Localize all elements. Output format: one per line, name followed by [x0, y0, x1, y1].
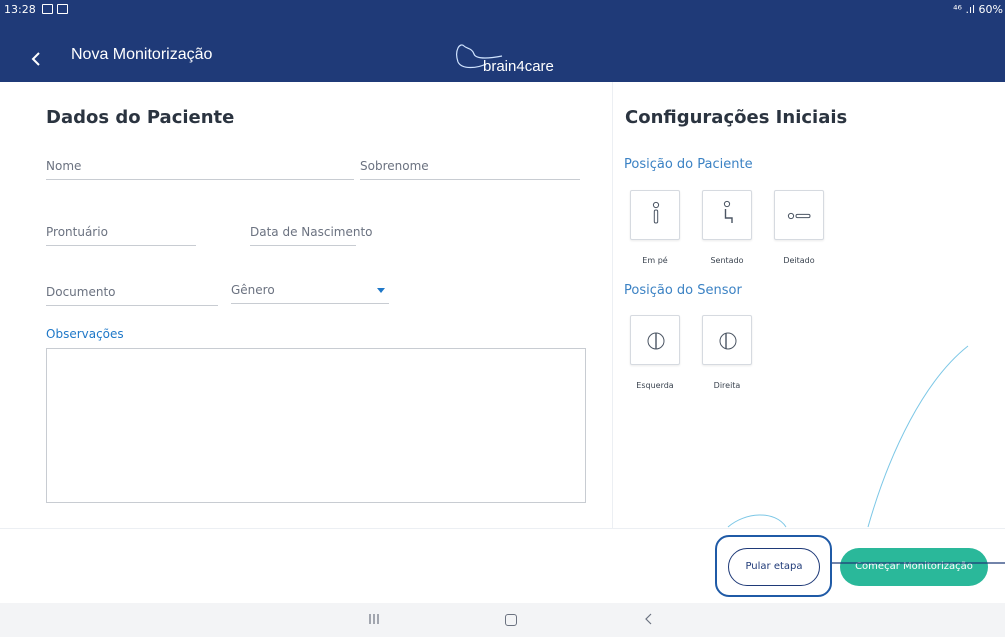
system-navigation-bar — [0, 603, 1005, 637]
sensor-left-button[interactable] — [630, 315, 680, 365]
sensor-left-label: Esquerda — [636, 381, 674, 390]
document-label: Documento — [46, 285, 116, 299]
record-number-label: Prontuário — [46, 225, 108, 239]
notes-textarea[interactable] — [46, 348, 586, 503]
sitting-icon — [723, 200, 733, 223]
last-name-field[interactable]: Sobrenome — [360, 154, 580, 180]
screenshot-icon — [57, 4, 68, 14]
recent-apps-icon[interactable] — [368, 613, 380, 625]
birth-date-label: Data de Nascimento — [250, 225, 373, 239]
chevron-down-icon — [377, 288, 385, 293]
status-signal-battery: ⁴⁶ .ıl 60% — [953, 3, 1003, 16]
status-bar: 13:28 ⁴⁶ .ıl 60% — [0, 0, 1005, 16]
record-number-field[interactable]: Prontuário — [46, 220, 196, 246]
last-name-label: Sobrenome — [360, 159, 429, 173]
skip-step-button[interactable]: Pular etapa — [728, 548, 820, 586]
initial-config-panel: Configurações Iniciais Posição do Pacien… — [612, 82, 1005, 528]
nav-back-icon[interactable] — [643, 613, 655, 625]
lying-position-button[interactable] — [774, 190, 824, 240]
standing-icon — [652, 201, 660, 224]
first-name-field[interactable]: Nome — [46, 154, 354, 180]
lying-icon — [787, 212, 811, 220]
config-section-title: Configurações Iniciais — [625, 107, 848, 128]
standing-position-button[interactable] — [630, 190, 680, 240]
first-name-label: Nome — [46, 159, 82, 173]
patient-section-title: Dados do Paciente — [46, 107, 235, 128]
sensor-right-label: Direita — [713, 381, 741, 390]
app-screen: Nova Monitorização brain4care 13:28 ⁴⁶ .… — [0, 0, 1005, 637]
gender-label: Gênero — [231, 283, 275, 297]
sitting-position-button[interactable] — [702, 190, 752, 240]
patient-position-title: Posição do Paciente — [624, 157, 753, 172]
lying-label: Deitado — [783, 256, 815, 265]
start-monitoring-button[interactable]: Começar Monitorização — [840, 548, 988, 586]
app-bar: Nova Monitorização brain4care — [0, 12, 1005, 82]
document-field[interactable]: Documento — [46, 280, 218, 306]
page-title: Nova Monitorização — [71, 46, 213, 63]
birth-date-field[interactable]: Data de Nascimento — [250, 220, 373, 246]
sitting-label: Sentado — [710, 256, 744, 265]
home-icon[interactable] — [505, 614, 517, 626]
sensor-right-button[interactable] — [702, 315, 752, 365]
logo-text: brain4care — [483, 58, 554, 75]
gender-select[interactable]: Gênero — [231, 278, 389, 304]
standing-label: Em pé — [642, 256, 668, 265]
sensor-position-title: Posição do Sensor — [624, 283, 742, 298]
right-half-circle-icon — [719, 332, 737, 350]
status-time: 13:28 — [4, 3, 36, 16]
notes-label: Observações — [46, 327, 124, 341]
left-half-circle-icon — [647, 332, 665, 350]
back-arrow-icon[interactable] — [30, 52, 44, 66]
gallery-icon — [42, 4, 53, 14]
